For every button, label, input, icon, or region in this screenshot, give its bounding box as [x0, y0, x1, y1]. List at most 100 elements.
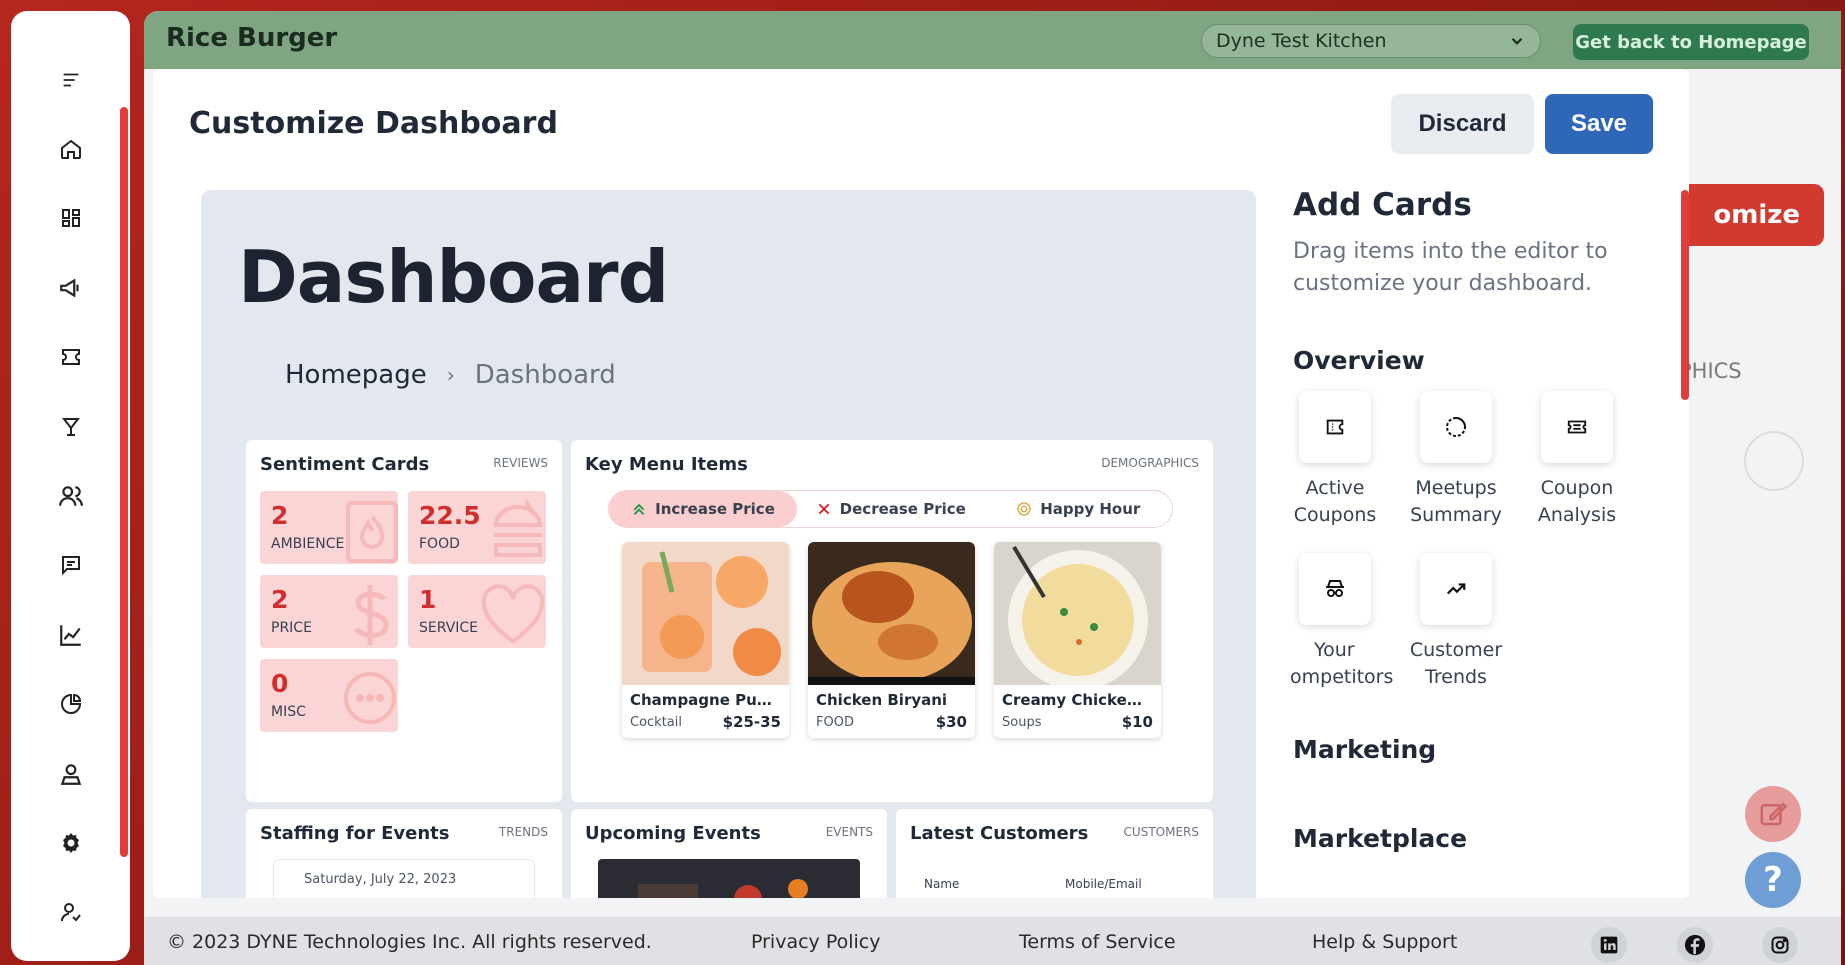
discard-button[interactable]: Discard — [1391, 94, 1534, 154]
key-menu-title: Key Menu Items — [585, 454, 748, 475]
decrease-price-option[interactable]: Decrease Price — [797, 500, 985, 518]
save-button[interactable]: Save — [1545, 94, 1653, 154]
help-button[interactable]: ? — [1745, 852, 1801, 908]
latest-customers-card[interactable]: Latest Customers CUSTOMERS Name Mobile/E… — [896, 809, 1213, 898]
card-label-line2: Coupons — [1293, 504, 1377, 526]
modal-title: Customize Dashboard — [189, 106, 558, 141]
price-action-toggle: Increase Price Decrease Price Happy Hour — [608, 490, 1173, 528]
close-icon — [818, 503, 830, 515]
dashboard-icon[interactable] — [49, 198, 93, 239]
privacy-policy-link[interactable]: Privacy Policy — [751, 931, 880, 953]
loader-icon — [1420, 391, 1492, 463]
account-icon[interactable] — [49, 892, 93, 933]
sentiment-tile-service: 1 SERVICE — [408, 575, 546, 648]
facebook-icon[interactable] — [1677, 927, 1713, 963]
event-image — [598, 859, 860, 898]
key-menu-tag: DEMOGRAPHICS — [1101, 456, 1199, 470]
dashboard-editor[interactable]: Dashboard Homepage › Dashboard Sentiment… — [201, 190, 1256, 898]
sentiment-tile-misc: 0 MISC — [260, 659, 398, 732]
sentiment-tile-price: 2 PRICE — [260, 575, 398, 648]
chicken-biryani-image — [808, 542, 975, 685]
upcoming-events-card[interactable]: Upcoming Events EVENTS — [571, 809, 887, 898]
ticket-icon[interactable] — [49, 337, 93, 378]
marketplace-section-title: Marketplace — [1293, 824, 1468, 853]
events-tag: EVENTS — [825, 825, 873, 839]
menu-item-card[interactable]: Champagne Punch Cocktail $25-35 — [622, 542, 789, 738]
card-label-line1: Coupon — [1540, 477, 1614, 499]
trend-icon — [1420, 553, 1492, 625]
increase-price-option[interactable]: Increase Price — [609, 491, 797, 527]
add-cards-title: Add Cards — [1293, 187, 1472, 223]
chevron-down-icon — [1508, 32, 1526, 50]
sentiment-label: FOOD — [419, 536, 460, 552]
overview-section-title: Overview — [1293, 346, 1425, 375]
sentiment-tile-ambience: 2 AMBIENCE — [260, 491, 398, 564]
ticket-icon — [1299, 391, 1371, 463]
sidebar — [11, 11, 130, 961]
terms-of-service-link[interactable]: Terms of Service — [1019, 931, 1176, 953]
modal-scrollbar[interactable] — [1681, 190, 1689, 400]
chart-icon[interactable] — [49, 614, 93, 655]
chat-icon[interactable] — [49, 545, 93, 586]
dish-category: Cocktail — [630, 715, 682, 730]
spy-icon — [1299, 553, 1371, 625]
add-card-coupon-analysis[interactable]: Coupon Analysis — [1512, 391, 1642, 529]
dish-category: FOOD — [816, 715, 854, 730]
add-card-meetups-summary[interactable]: Meetups Summary — [1391, 391, 1521, 529]
back-to-homepage-button[interactable]: Get back to Homepage — [1573, 24, 1809, 60]
staffing-tag: TRENDS — [498, 825, 548, 839]
happy-hour-option[interactable]: Happy Hour — [985, 500, 1173, 518]
profile-icon[interactable] — [49, 753, 93, 794]
add-card-your-competitors[interactable]: Your ompetitors — [1270, 553, 1400, 691]
instagram-icon[interactable] — [1762, 927, 1798, 963]
card-label-line2: Summary — [1410, 504, 1502, 526]
page-title: Dashboard — [238, 235, 669, 319]
sentiment-value: 2 — [271, 501, 289, 530]
dish-name: Creamy Chicken… — [1002, 691, 1152, 709]
breadcrumb-home[interactable]: Homepage — [285, 360, 427, 390]
sentiment-value: 22.5 — [419, 501, 481, 530]
burger-icon — [488, 495, 546, 564]
staffing-title: Staffing for Events — [260, 823, 450, 844]
breadcrumb: Homepage › Dashboard — [285, 360, 616, 390]
linkedin-icon[interactable] — [1591, 927, 1627, 963]
top-bar: Rice Burger Dyne Test Kitchen Get back t… — [144, 11, 1841, 69]
customers-tag: CUSTOMERS — [1123, 825, 1199, 839]
card-label-line2: Trends — [1425, 666, 1487, 688]
breadcrumb-separator: › — [446, 363, 455, 387]
customize-button[interactable]: omize — [1674, 184, 1824, 246]
dish-price: $10 — [1121, 713, 1153, 731]
card-label-line1: Meetups — [1415, 477, 1497, 499]
dish-name: Chicken Biryani — [816, 691, 948, 709]
sentiment-label: PRICE — [271, 620, 312, 636]
pie-icon[interactable] — [49, 684, 93, 725]
coupon-icon — [1541, 391, 1613, 463]
cocktail-icon[interactable] — [49, 406, 93, 447]
staffing-card[interactable]: Staffing for Events TRENDS Saturday, Jul… — [246, 809, 562, 898]
menu-item-card[interactable]: Chicken Biryani FOOD $30 — [808, 542, 975, 738]
sidebar-scrollbar[interactable] — [120, 107, 128, 857]
help-support-link[interactable]: Help & Support — [1312, 931, 1457, 953]
add-card-customer-trends[interactable]: Customer Trends — [1391, 553, 1521, 691]
sentiment-card-tag: REVIEWS — [493, 456, 548, 470]
edit-icon[interactable] — [1745, 786, 1801, 842]
dish-name: Champagne Punch — [630, 691, 780, 709]
badge-icon — [1017, 502, 1031, 516]
ellipsis-icon — [340, 663, 398, 732]
megaphone-icon[interactable] — [49, 267, 93, 308]
kitchen-select-value: Dyne Test Kitchen — [1216, 30, 1387, 52]
menu-item-card[interactable]: Creamy Chicken… Soups $10 — [994, 542, 1161, 738]
sentiment-value: 0 — [271, 669, 289, 698]
settings-icon[interactable] — [49, 822, 93, 863]
key-menu-items-card[interactable]: Key Menu Items DEMOGRAPHICS Increase Pri… — [571, 440, 1213, 802]
column-header-contact: Mobile/Email — [1065, 877, 1142, 891]
add-card-active-coupons[interactable]: Active Coupons — [1270, 391, 1400, 529]
events-title: Upcoming Events — [585, 823, 761, 844]
dish-price: $25-35 — [722, 713, 781, 731]
users-icon[interactable] — [49, 475, 93, 516]
menu-icon[interactable] — [49, 59, 93, 100]
sentiment-card[interactable]: Sentiment Cards REVIEWS 2 AMBIENCE 22.5 … — [246, 440, 562, 802]
kitchen-select[interactable]: Dyne Test Kitchen — [1201, 24, 1541, 58]
home-icon[interactable] — [49, 128, 93, 169]
sentiment-label: AMBIENCE — [271, 536, 345, 552]
